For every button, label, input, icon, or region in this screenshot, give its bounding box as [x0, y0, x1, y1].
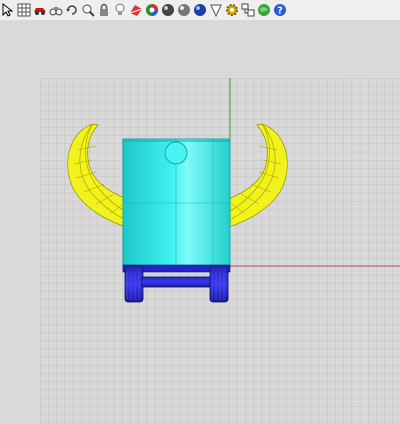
right-wheel — [209, 265, 229, 303]
left-wheel — [124, 265, 144, 303]
viewport-scene — [40, 78, 400, 424]
body-hole — [164, 141, 188, 165]
axle — [141, 276, 211, 288]
cylinder-body — [122, 138, 231, 267]
